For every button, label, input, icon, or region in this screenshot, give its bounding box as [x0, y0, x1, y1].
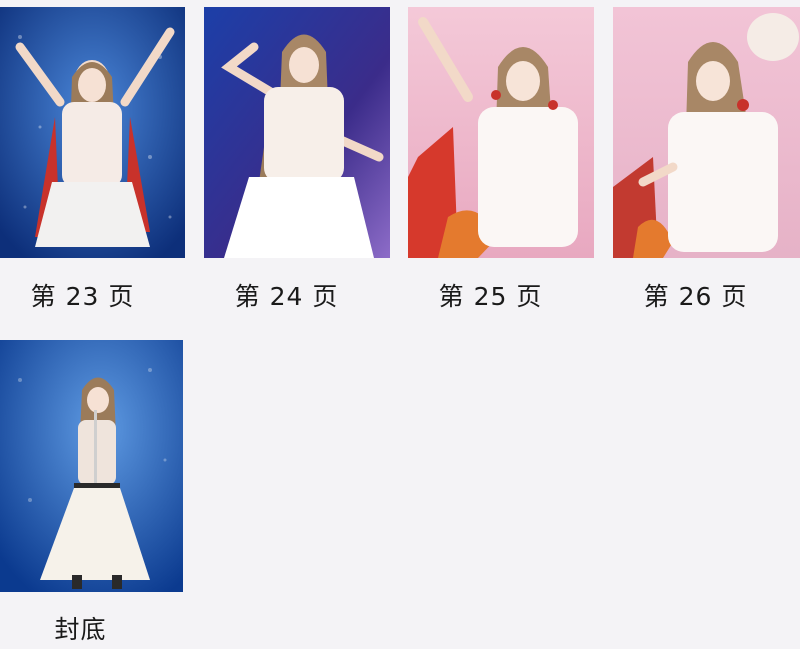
back-cover-label: 封底 [54, 615, 107, 644]
page-label-26: 第 26 页 [643, 282, 748, 311]
performer-photo [204, 7, 390, 258]
page-thumbnail-23[interactable] [0, 7, 185, 258]
page-label-23: 第 23 页 [30, 282, 135, 311]
performer-photo [0, 7, 185, 258]
performer-photo [408, 7, 594, 258]
page-label-25: 第 25 页 [438, 282, 543, 311]
performer-photo [613, 7, 800, 258]
page-label-24: 第 24 页 [234, 282, 339, 311]
page-thumbnail-25[interactable] [408, 7, 594, 258]
page-thumbnail-grid: 第 23 页 第 24 页 第 25 页 第 26 页 封底 [0, 0, 800, 649]
page-thumbnail-26[interactable] [613, 7, 800, 258]
page-thumbnail-24[interactable] [204, 7, 390, 258]
back-cover-thumbnail[interactable] [0, 340, 183, 592]
performer-photo [0, 340, 183, 592]
